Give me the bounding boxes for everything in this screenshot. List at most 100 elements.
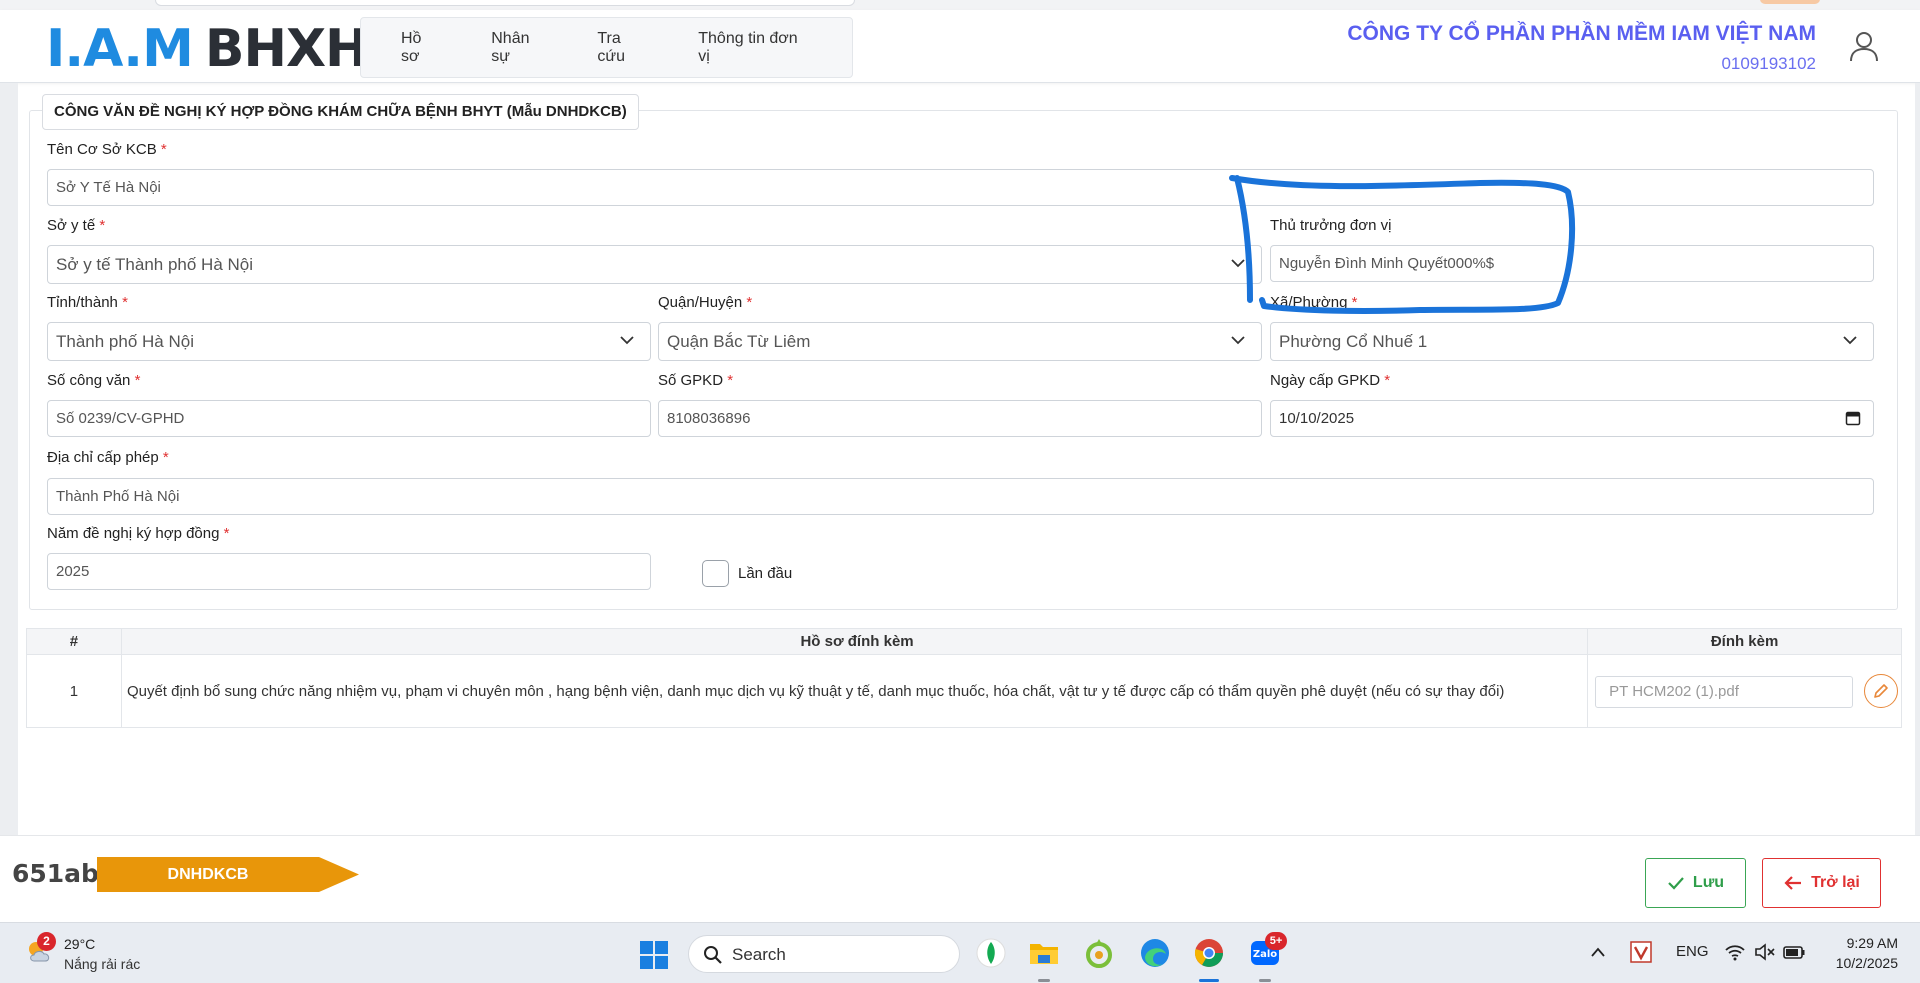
header-doc: Hồ sơ đính kèm	[120, 628, 1589, 655]
logo-bhxh: BHXH	[204, 19, 369, 79]
taskbar-search-box[interactable]: Search	[688, 935, 960, 973]
left-gutter	[0, 83, 18, 835]
attachment-file-field[interactable]: PT HCM202 (1).pdf	[1595, 676, 1854, 708]
file-explorer-icon[interactable]	[1028, 937, 1060, 969]
xa-phuong-select[interactable]: Phường Cổ Nhuế 1	[1270, 322, 1874, 361]
save-button[interactable]: Lưu	[1645, 858, 1746, 908]
row-num: 1	[26, 654, 122, 728]
save-label: Lưu	[1692, 874, 1725, 891]
app-green-icon[interactable]	[1083, 937, 1115, 969]
speaker-muted-icon[interactable]	[1754, 943, 1776, 961]
label-lan-dau: Lần đầu	[738, 565, 793, 582]
wifi-icon[interactable]	[1724, 943, 1746, 961]
pencil-icon	[1874, 684, 1888, 698]
language-indicator[interactable]: ENG	[1676, 943, 1709, 960]
xa-phuong-value: Phường Cổ Nhuế 1	[1279, 332, 1428, 351]
chrome-active-indicator	[1199, 979, 1219, 982]
form-type-label: DNHDKCB	[167, 866, 249, 883]
dia-chi-input[interactable]: Thành Phố Hà Nội	[47, 478, 1874, 515]
app-logo[interactable]: I.A.M BHXH	[46, 19, 369, 79]
clock-date: 10/2/2025	[1835, 955, 1898, 971]
browser-address-bar[interactable]	[155, 0, 855, 6]
form-legend: CÔNG VĂN ĐỀ NGHỊ KÝ HỢP ĐỒNG KHÁM CHỮA B…	[42, 94, 639, 130]
app-header: I.A.M BHXH Hồ sơ Nhân sự Tra cứu Thông t…	[0, 10, 1920, 83]
mongodb-leaf-icon[interactable]	[975, 937, 1007, 969]
arrow-left-icon	[1784, 876, 1802, 890]
main-nav: Hồ sơ Nhân sự Tra cứu Thông tin đơn vị	[360, 17, 853, 78]
company-code: 0109193102	[1721, 54, 1816, 73]
lan-dau-checkbox[interactable]	[702, 560, 729, 587]
file-explorer-running-indicator	[1038, 979, 1050, 982]
system-clock[interactable]: 9:29 AM 10/2/2025	[1836, 933, 1898, 973]
chevron-up-icon[interactable]	[1590, 946, 1606, 958]
label-thu-truong: Thủ trưởng đơn vị	[1270, 217, 1392, 234]
weather-temperature: 29°C	[64, 936, 96, 952]
logo-iam: I.A.M	[46, 19, 194, 79]
quan-huyen-value: Quận Bắc Từ Liêm	[667, 332, 811, 351]
nav-nhan-su[interactable]: Nhân sự	[491, 30, 545, 66]
chevron-down-icon	[1231, 259, 1245, 268]
search-placeholder: Search	[732, 945, 786, 964]
company-name: CÔNG TY CỔ PHẦN PHẦN MỀM IAM VIỆT NAM	[1347, 22, 1816, 45]
calendar-icon[interactable]	[1845, 410, 1861, 426]
label-so-gpkd: Số GPKD *	[658, 372, 734, 389]
battery-icon[interactable]	[1782, 943, 1806, 961]
table-row: 1 Quyết định bổ sung chức năng nhiệm vụ,…	[26, 654, 1902, 728]
nam-de-nghi-input[interactable]: 2025	[47, 553, 651, 590]
company-info: CÔNG TY CỔ PHẦN PHẦN MỀM IAM VIỆT NAM 01…	[1347, 22, 1816, 74]
chevron-down-icon	[1231, 336, 1245, 345]
right-gutter	[1915, 83, 1920, 835]
ngay-cap-input[interactable]: 10/10/2025	[1270, 400, 1874, 437]
windows-taskbar: 2 29°C Nắng rải rác Search Zalo 5+ ENG 9…	[0, 922, 1920, 983]
nav-thong-tin-don-vi[interactable]: Thông tin đơn vị	[698, 30, 800, 66]
form-code: 651ab	[12, 859, 99, 888]
tinh-thanh-value: Thành phố Hà Nội	[56, 332, 194, 351]
label-nam-de-nghi: Năm đề nghị ký hợp đồng *	[47, 525, 230, 542]
ngay-cap-value: 10/10/2025	[1279, 410, 1355, 427]
chevron-down-icon	[620, 336, 634, 345]
label-so-cong-van: Số công văn *	[47, 372, 141, 389]
thu-truong-input[interactable]: Nguyễn Đình Minh Quyết000%$	[1270, 245, 1874, 282]
chevron-down-icon	[1843, 336, 1857, 345]
user-icon[interactable]	[1846, 28, 1882, 64]
label-tinh-thanh: Tỉnh/thành *	[47, 294, 128, 311]
header-att: Đính kèm	[1587, 628, 1902, 655]
row-attachment-cell: PT HCM202 (1).pdf	[1587, 654, 1902, 728]
back-label: Trở lại	[1811, 874, 1860, 891]
browser-top-strip	[0, 0, 1920, 10]
label-dia-chi: Địa chỉ cấp phép *	[47, 449, 169, 466]
so-gpkd-input[interactable]: 8108036896	[658, 400, 1262, 437]
so-y-te-value: Sở y tế Thành phố Hà Nội	[56, 255, 254, 274]
nav-tra-cuu[interactable]: Tra cứu	[597, 30, 646, 66]
zalo-badge: 5+	[1265, 932, 1287, 950]
back-button[interactable]: Trở lại	[1762, 858, 1881, 908]
search-icon	[704, 946, 722, 964]
row-doc: Quyết định bổ sung chức năng nhiệm vụ, p…	[120, 654, 1589, 728]
tinh-thanh-select[interactable]: Thành phố Hà Nội	[47, 322, 651, 361]
windows-start-icon[interactable]	[640, 941, 668, 969]
label-ngay-cap: Ngày cấp GPKD *	[1270, 372, 1391, 389]
so-cong-van-input[interactable]: Số 0239/CV-GPHD	[47, 400, 651, 437]
table-header-row: # Hồ sơ đính kèm Đính kèm	[26, 628, 1902, 655]
ten-co-so-input[interactable]: Sở Y Tế Hà Nội	[47, 169, 1874, 206]
label-ten-co-so: Tên Cơ Sở KCB *	[47, 141, 167, 158]
form-type-tag: DNHDKCB	[97, 857, 359, 892]
label-quan-huyen: Quận/Huyện *	[658, 294, 753, 311]
nav-ho-so[interactable]: Hồ sơ	[401, 30, 439, 66]
weather-condition: Nắng rải rác	[64, 956, 141, 972]
edit-attachment-button[interactable]	[1864, 674, 1899, 708]
zalo-running-indicator	[1259, 979, 1271, 982]
app-tray-icon[interactable]	[1630, 941, 1652, 963]
header-num: #	[26, 628, 122, 655]
chrome-browser-icon[interactable]	[1193, 937, 1225, 969]
clock-time: 9:29 AM	[1846, 935, 1898, 951]
check-icon	[1668, 877, 1684, 890]
svg-text:Zalo: Zalo	[1253, 949, 1277, 960]
label-xa-phuong: Xã/Phường *	[1270, 294, 1358, 311]
so-y-te-select[interactable]: Sở y tế Thành phố Hà Nội	[47, 245, 1262, 284]
attachments-table: # Hồ sơ đính kèm Đính kèm 1 Quyết định b…	[26, 628, 1902, 728]
browser-top-button[interactable]	[1760, 0, 1820, 4]
label-so-y-te: Sở y tế *	[47, 217, 106, 234]
edge-browser-icon[interactable]	[1139, 937, 1171, 969]
quan-huyen-select[interactable]: Quận Bắc Từ Liêm	[658, 322, 1262, 361]
